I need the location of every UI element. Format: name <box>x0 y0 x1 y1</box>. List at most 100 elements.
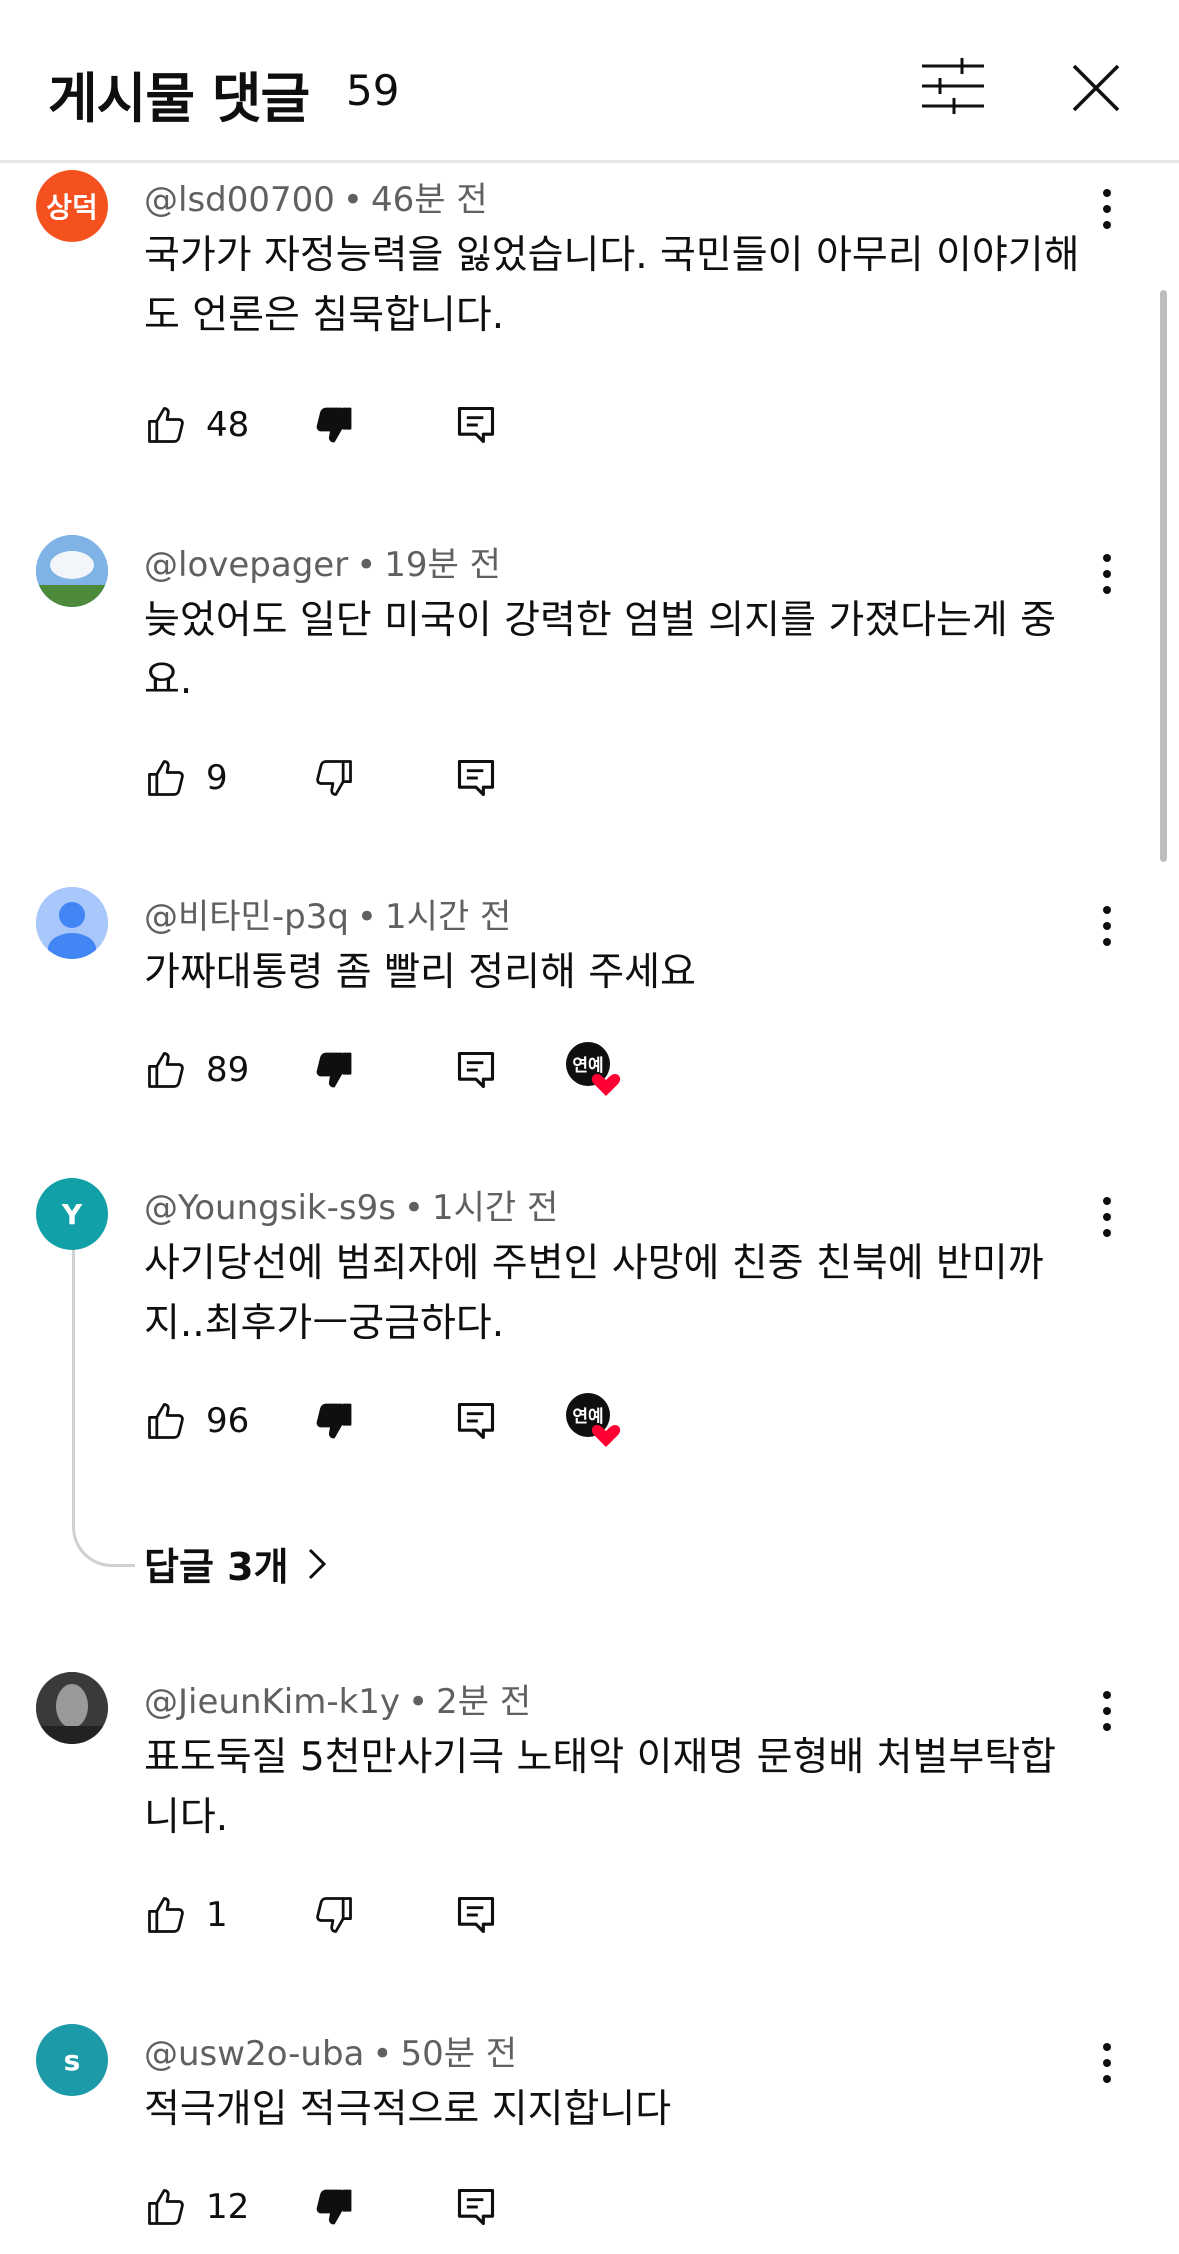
comment-time: 1시간 전 <box>384 897 512 937</box>
like-count: 1 <box>206 1895 228 1935</box>
meta-separator: • <box>372 2034 393 2074</box>
comment-time: 1시간 전 <box>431 1188 559 1228</box>
thumb-up-icon <box>148 1403 184 1439</box>
avatar[interactable]: Y <box>36 1178 108 1250</box>
comment-author[interactable]: @usw2o-uba <box>144 2034 364 2074</box>
creator-heart-badge: 연예 <box>564 1040 624 1100</box>
comment-text: 가짜대통령 좀 빨리 정리해 주세요 <box>144 950 696 995</box>
like-count: 89 <box>206 1050 250 1090</box>
like-count: 96 <box>206 1401 250 1441</box>
comment-text: 사기당선에 범죄자에 주변인 사망에 친중 친북에 반미까지..최후가ㅡ궁금하다… <box>144 1241 1044 1346</box>
chevron-right-icon <box>308 1548 326 1579</box>
like-button[interactable]: 9 <box>144 748 228 808</box>
comment-item: @비타민-p3q • 1시간 전 가짜대통령 좀 빨리 정리해 주세요 89 연예 <box>0 887 1179 1100</box>
thumb-down-filled-icon <box>316 1052 352 1088</box>
comment-author[interactable]: @비타민-p3q <box>144 897 349 937</box>
reply-button[interactable] <box>454 1391 498 1451</box>
thumb-down-icon <box>316 1897 352 1933</box>
comment-meta: @Youngsik-s9s • 1시간 전 <box>144 1180 558 1229</box>
comment-item: Y @Youngsik-s9s • 1시간 전 사기당선에 범죄자에 주변인 사망에… <box>0 1178 1179 1451</box>
meta-separator: • <box>356 897 377 937</box>
comment-item: 상덕 @lsd00700 • 46분 전 국가가 자정능력을 잃었습니다. 국민들이… <box>0 170 1179 455</box>
creator-badge-text: 연예 <box>572 1407 603 1427</box>
comment-item: @JieunKim-k1y • 2분 전 표도둑질 5천만사기극 노태악 이재명 문… <box>0 1672 1179 1945</box>
dislike-button[interactable] <box>312 395 356 455</box>
comment-time: 19분 전 <box>384 545 501 585</box>
like-count: 12 <box>206 2187 250 2227</box>
thumb-up-icon <box>148 407 184 443</box>
creator-badge-text: 연예 <box>572 1056 603 1076</box>
avatar[interactable]: s <box>36 2024 108 2096</box>
comment-actions: 9 <box>144 748 704 808</box>
comment-count: 59 <box>346 66 400 115</box>
comment-text: 적극개입 적극적으로 지지합니다 <box>144 2087 672 2132</box>
dislike-button[interactable] <box>312 1885 356 1945</box>
more-options-icon[interactable] <box>1090 891 1124 961</box>
reply-button[interactable] <box>454 395 498 455</box>
like-button[interactable]: 1 <box>144 1885 228 1945</box>
comment-author[interactable]: @lovepager <box>144 545 348 585</box>
thumb-down-filled-icon <box>316 2189 352 2225</box>
comment-actions: 48 <box>144 395 704 455</box>
heart-icon <box>591 1074 621 1096</box>
reply-icon <box>457 2188 495 2226</box>
comment-item: s @usw2o-uba • 50분 전 적극개입 적극적으로 지지합니다 12 <box>0 2024 1179 2237</box>
avatar[interactable] <box>36 1672 108 1744</box>
comment-author[interactable]: @Youngsik-s9s <box>144 1188 396 1228</box>
reply-button[interactable] <box>454 748 498 808</box>
like-button[interactable]: 12 <box>144 2177 249 2237</box>
heart-icon <box>591 1425 621 1447</box>
meta-separator: • <box>408 1682 429 1722</box>
thumb-down-filled-icon <box>316 1403 352 1439</box>
meta-separator: • <box>356 545 377 585</box>
like-count: 9 <box>206 758 228 798</box>
avatar[interactable]: 상덕 <box>36 170 108 242</box>
creator-heart-badge: 연예 <box>564 1391 624 1451</box>
comment-meta: @비타민-p3q • 1시간 전 <box>144 889 511 938</box>
dislike-button[interactable] <box>312 1391 356 1451</box>
avatar[interactable] <box>36 887 108 959</box>
dislike-button[interactable] <box>312 2177 356 2237</box>
avatar[interactable] <box>36 535 108 607</box>
replies-label: 답글 3개 <box>144 1545 289 1589</box>
more-options-icon[interactable] <box>1090 1676 1124 1746</box>
reply-button[interactable] <box>454 1885 498 1945</box>
more-options-icon[interactable] <box>1090 2028 1124 2098</box>
comment-time: 50분 전 <box>400 2034 518 2074</box>
close-icon[interactable] <box>1064 56 1128 120</box>
meta-separator: • <box>403 1188 424 1228</box>
dislike-button[interactable] <box>312 1040 356 1100</box>
comment-text: 국가가 자정능력을 잃었습니다. 국민들이 아무리 이야기해도 언론은 침묵합니… <box>144 233 1080 338</box>
reply-icon <box>457 1896 495 1934</box>
comment-meta: @JieunKim-k1y • 2분 전 <box>144 1674 531 1723</box>
comment-meta: @lsd00700 • 46분 전 <box>144 172 488 221</box>
meta-separator: • <box>342 180 363 220</box>
comment-author[interactable]: @lsd00700 <box>144 180 335 220</box>
dislike-button[interactable] <box>312 748 356 808</box>
reply-icon <box>457 406 495 444</box>
comment-time: 2분 전 <box>436 1682 532 1722</box>
like-count: 48 <box>206 405 250 445</box>
comment-text: 늦었어도 일단 미국이 강력한 엄벌 의지를 가졌다는게 중요. <box>144 598 1057 703</box>
more-options-icon[interactable] <box>1090 174 1124 244</box>
comment-meta: @usw2o-uba • 50분 전 <box>144 2026 517 2075</box>
reply-button[interactable] <box>454 2177 498 2237</box>
reply-icon <box>457 759 495 797</box>
reply-icon <box>457 1402 495 1440</box>
like-button[interactable]: 48 <box>144 395 249 455</box>
comment-actions: 12 <box>144 2177 704 2237</box>
thumb-down-filled-icon <box>316 407 352 443</box>
comment-actions: 96 연예 <box>144 1391 704 1451</box>
comment-author[interactable]: @JieunKim-k1y <box>144 1682 400 1722</box>
thumb-up-icon <box>148 2189 184 2225</box>
sort-filter-icon[interactable] <box>918 56 988 116</box>
thumb-up-icon <box>148 760 184 796</box>
comment-actions: 1 <box>144 1885 704 1945</box>
like-button[interactable]: 89 <box>144 1040 249 1100</box>
view-replies-button[interactable]: 답글 3개 <box>144 1536 327 1591</box>
page-title: 게시물 댓글 <box>48 67 310 130</box>
reply-button[interactable] <box>454 1040 498 1100</box>
more-options-icon[interactable] <box>1090 1182 1124 1252</box>
more-options-icon[interactable] <box>1090 539 1124 609</box>
like-button[interactable]: 96 <box>144 1391 249 1451</box>
